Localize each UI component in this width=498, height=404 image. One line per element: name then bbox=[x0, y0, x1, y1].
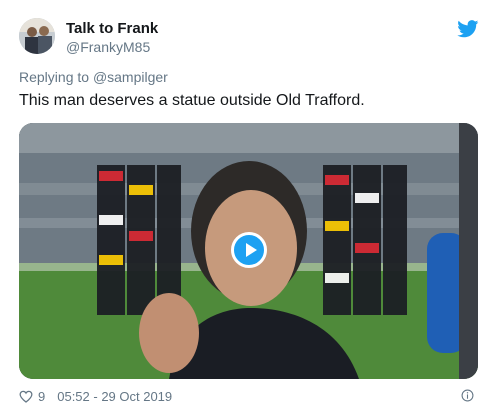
replying-prefix: Replying to bbox=[19, 69, 93, 85]
timestamp[interactable]: 05:52 - 29 Oct 2019 bbox=[57, 389, 172, 404]
replying-to: Replying to @sampilger bbox=[19, 69, 168, 85]
info-icon[interactable] bbox=[461, 389, 474, 402]
tweet-footer: 9 05:52 - 29 Oct 2019 bbox=[19, 388, 172, 404]
handle[interactable]: @FrankyM85 bbox=[66, 39, 150, 55]
play-button[interactable] bbox=[231, 232, 267, 268]
avatar-image bbox=[19, 18, 55, 54]
tweet-card: Talk to Frank @FrankyM85 Replying to @sa… bbox=[0, 0, 498, 404]
tweet-text: This man deserves a statue outside Old T… bbox=[19, 92, 365, 109]
twitter-bird-icon[interactable] bbox=[457, 20, 479, 38]
like-count: 9 bbox=[38, 388, 46, 404]
avatar[interactable] bbox=[19, 18, 55, 54]
mention-link[interactable]: @sampilger bbox=[93, 69, 168, 85]
play-icon bbox=[246, 243, 257, 257]
heart-icon[interactable] bbox=[19, 390, 33, 403]
display-name[interactable]: Talk to Frank bbox=[66, 20, 158, 37]
